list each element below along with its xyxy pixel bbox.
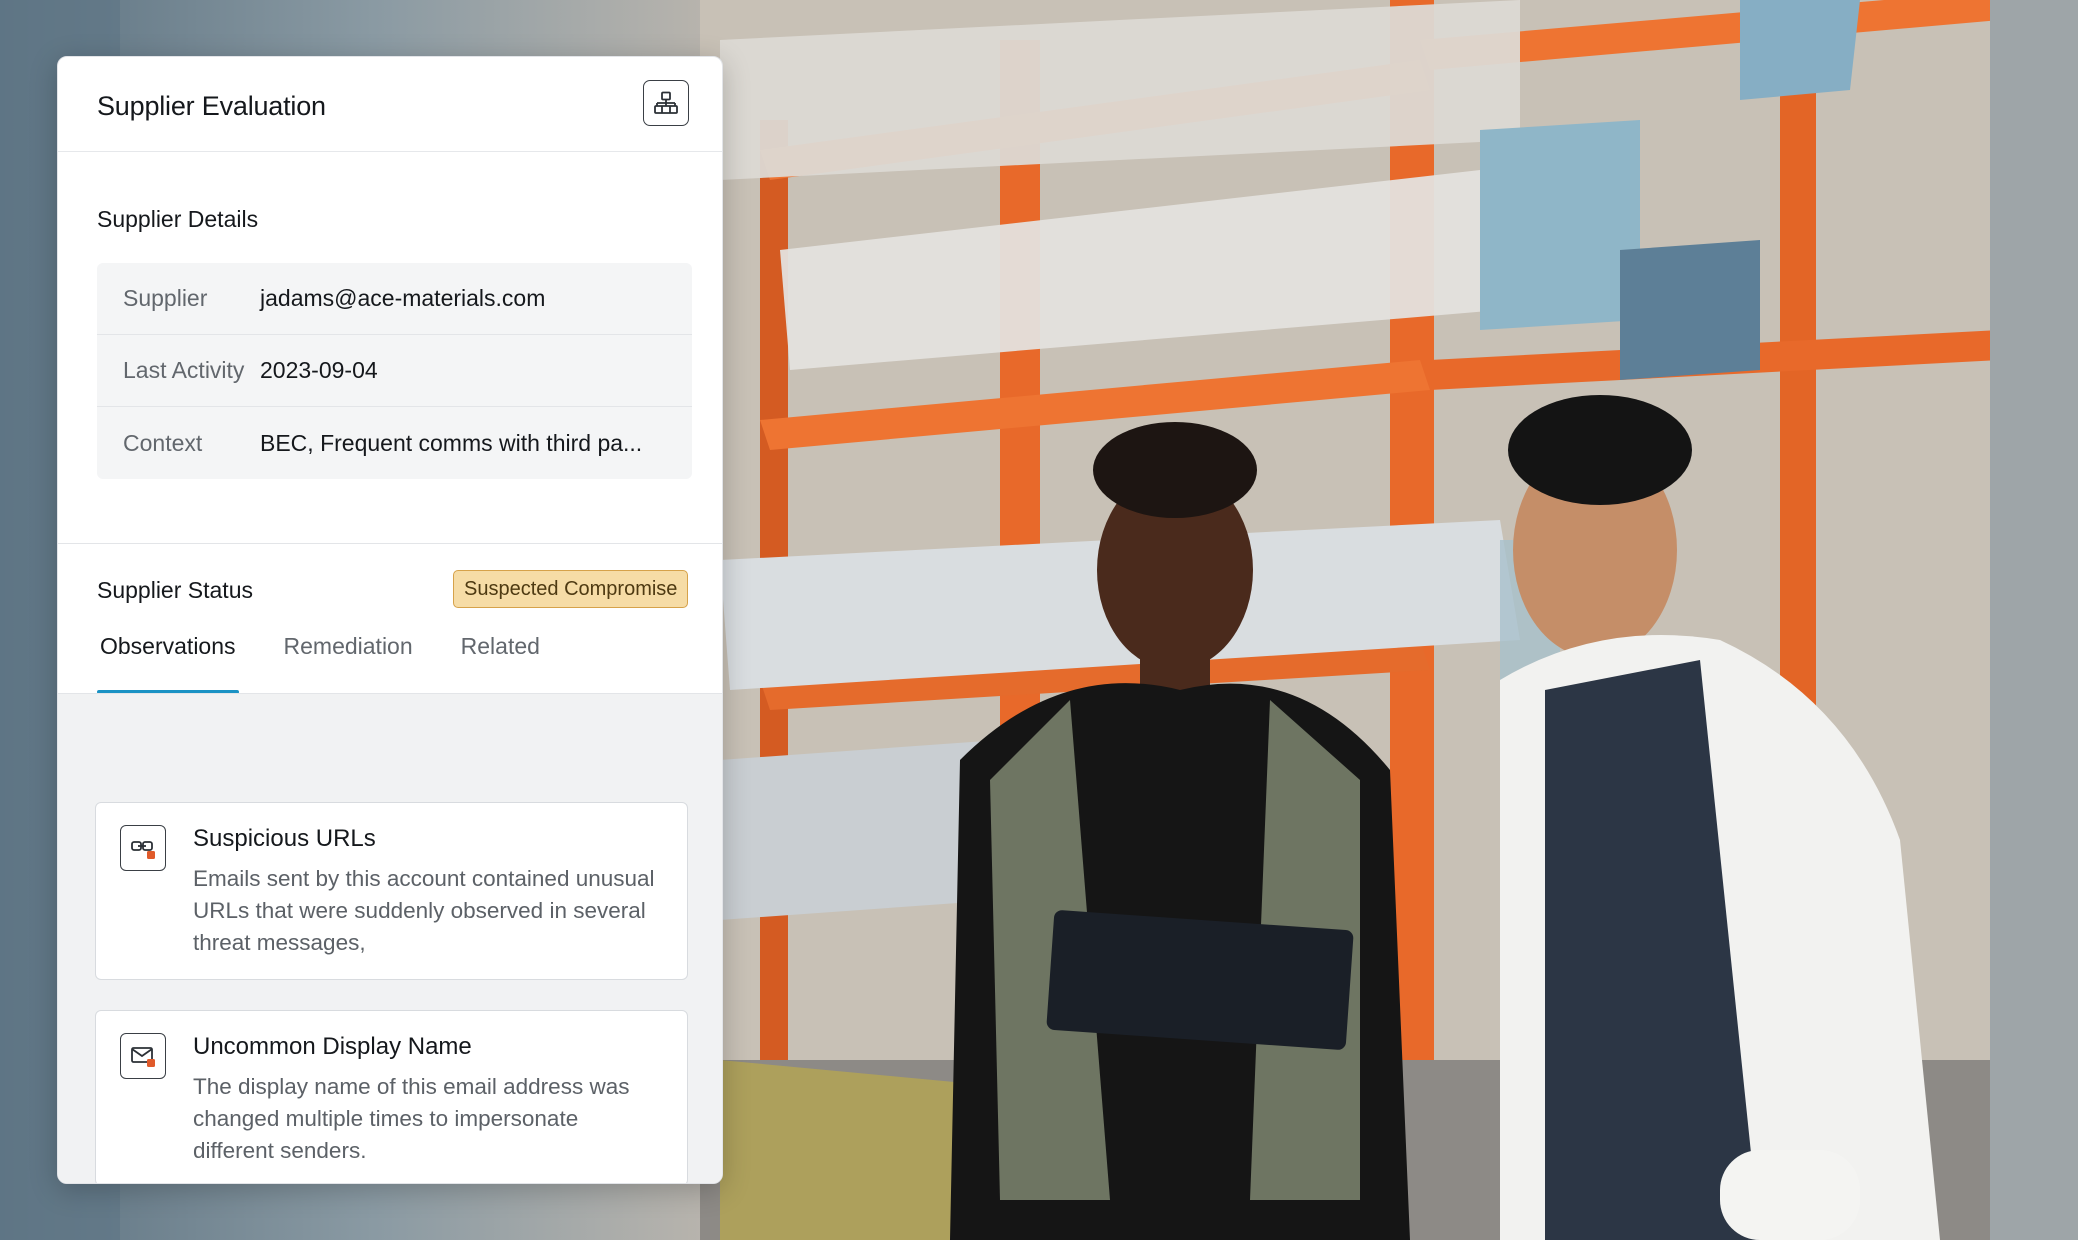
detail-label: Context [123,429,203,456]
detail-value: jadams@ace-materials.com [260,285,546,311]
status-badge: Suspected Compromise [453,570,689,608]
section-divider [58,543,722,544]
observation-title: Suspicious URLs [193,825,376,852]
tab-bar: Observations Remediation Related [97,633,585,694]
tab-observations[interactable]: Observations [97,633,239,694]
detail-label: Supplier [123,285,208,311]
tab-remediation[interactable]: Remediation [281,633,416,693]
panel-title: Supplier Evaluation [97,91,326,121]
hierarchy-button[interactable] [643,80,689,126]
detail-row-last-activity: Last Activity 2023-09-04 [97,335,692,407]
detail-row-context: Context BEC, Frequent comms with third p… [97,407,692,479]
hierarchy-icon [654,91,678,114]
detail-label: Last Activity [123,357,245,383]
observation-card[interactable]: Suspicious URLs Emails sent by this acco… [95,802,688,980]
mail-alert-icon [131,1047,155,1067]
supplier-details-table: Supplier jadams@ace-materials.com Last A… [97,263,692,479]
detail-value: BEC, Frequent comms with third pa... [260,429,643,456]
observation-icon-box [120,825,166,871]
tab-related[interactable]: Related [458,633,543,693]
detail-row-supplier: Supplier jadams@ace-materials.com [97,263,692,335]
supplier-status-title: Supplier Status [97,577,253,603]
detail-value: 2023-09-04 [260,357,378,383]
observations-list: Suspicious URLs Emails sent by this acco… [58,694,722,1183]
supplier-evaluation-panel: Supplier Evaluation Supplier Details Sup… [57,56,723,1184]
observation-icon-box [120,1033,166,1079]
observation-title: Uncommon Display Name [193,1033,472,1060]
observation-description: Emails sent by this account contained un… [193,866,655,955]
panel-header: Supplier Evaluation [58,57,722,152]
observation-card[interactable]: Uncommon Display Name The display name o… [95,1010,688,1183]
supplier-details-title: Supplier Details [97,206,259,232]
link-alert-icon [131,841,155,859]
observation-description: The display name of this email address w… [193,1074,630,1163]
